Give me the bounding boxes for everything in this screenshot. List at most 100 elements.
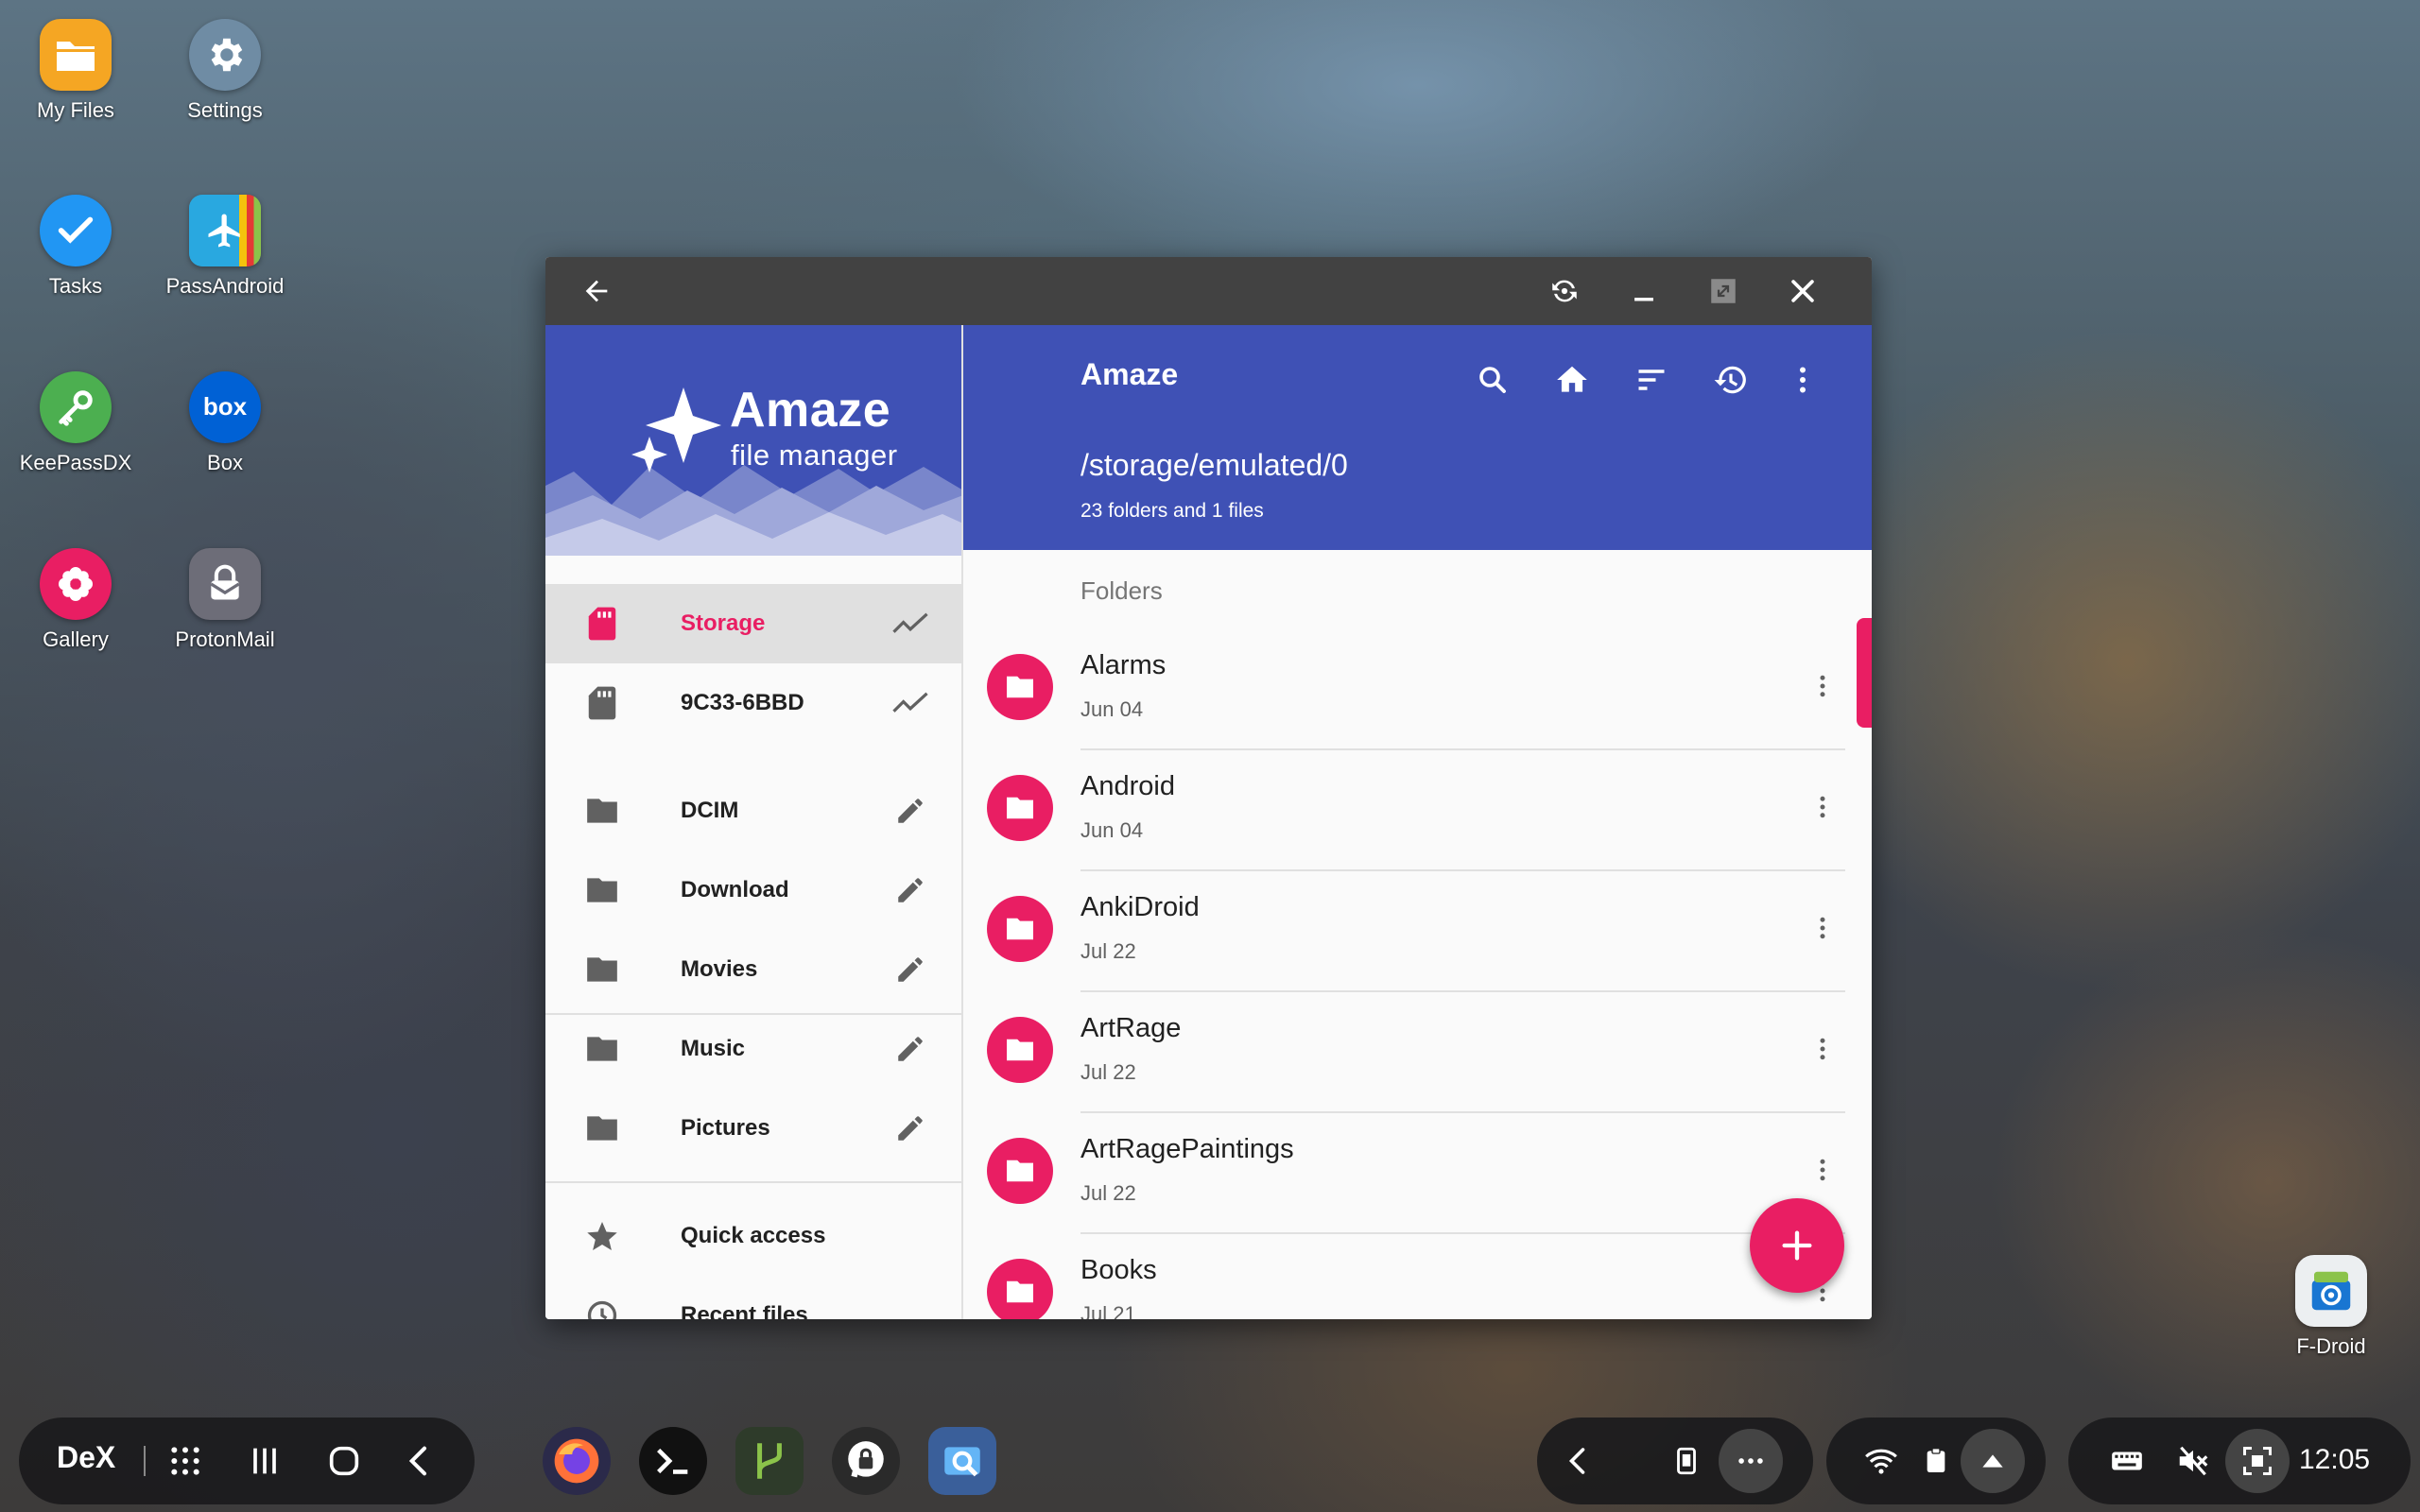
- dock-file-search[interactable]: [928, 1427, 996, 1495]
- window-minimize-button[interactable]: [1621, 268, 1667, 314]
- folder-name: ArtRagePaintings: [1080, 1134, 1294, 1164]
- drawer-item-label: Download: [681, 877, 789, 902]
- drawer-item-label: Music: [681, 1036, 746, 1061]
- sort-button[interactable]: [1627, 355, 1676, 404]
- more-vert-icon[interactable]: [1802, 665, 1843, 707]
- dock-git-app[interactable]: [735, 1427, 804, 1495]
- box-icon: box: [189, 371, 261, 443]
- drawer-item-storage[interactable]: Storage: [545, 584, 961, 663]
- flower-icon: [40, 548, 112, 620]
- sd-card-icon: [583, 684, 621, 722]
- drawer-item-recent-files[interactable]: Recent files: [545, 1276, 961, 1319]
- keyboard-icon[interactable]: [2095, 1429, 2159, 1493]
- more-vert-icon[interactable]: [1802, 1149, 1843, 1191]
- dex-button[interactable]: DeX: [57, 1440, 115, 1475]
- list-item[interactable]: ArtRagePaintings Jul 22: [963, 1113, 1872, 1234]
- folder-name: AnkiDroid: [1080, 892, 1200, 922]
- recents-button[interactable]: [233, 1429, 297, 1493]
- folder-icon: [583, 951, 621, 988]
- folder-icon: [583, 1030, 621, 1068]
- folder-date: Jul 22: [1080, 1060, 1136, 1084]
- desktop-icon-gallery[interactable]: Gallery: [0, 548, 151, 652]
- desktop-icon-protonmail[interactable]: ProtonMail: [149, 548, 301, 652]
- more-vert-icon[interactable]: [1802, 786, 1843, 828]
- window-titlebar[interactable]: [545, 257, 1872, 325]
- overflow-menu-button[interactable]: [1778, 355, 1827, 404]
- list-item[interactable]: Android Jun 04: [963, 750, 1872, 871]
- folder-icon: [583, 1109, 621, 1147]
- back-nav-button[interactable]: [388, 1429, 452, 1493]
- expand-tray-button[interactable]: [1961, 1429, 2025, 1493]
- window-rotate-button[interactable]: [1542, 268, 1587, 314]
- clock[interactable]: 12:05: [2299, 1444, 2370, 1476]
- pencil-icon[interactable]: [891, 951, 929, 988]
- window-close-button[interactable]: [1780, 268, 1825, 314]
- screenshot-button[interactable]: [2225, 1429, 2290, 1493]
- pencil-icon[interactable]: [891, 871, 929, 909]
- history-icon: [1714, 366, 1746, 394]
- pencil-icon[interactable]: [891, 1109, 929, 1147]
- desktop-icon-my-files[interactable]: My Files: [0, 19, 151, 123]
- analytics-icon[interactable]: [891, 684, 929, 722]
- amaze-window: Amaze file manager Storage 9C33-6BBD DCI…: [545, 257, 1872, 1319]
- list-item[interactable]: AnkiDroid Jul 22: [963, 871, 1872, 992]
- fast-scroll-thumb[interactable]: [1857, 618, 1872, 728]
- drawer-item-pictures[interactable]: Pictures: [545, 1089, 961, 1168]
- desktop-icon-label: Tasks: [48, 274, 103, 298]
- current-path[interactable]: /storage/emulated/0: [1080, 448, 1348, 483]
- apps-grid-button[interactable]: [153, 1429, 217, 1493]
- list-item[interactable]: Books Jul 21: [963, 1234, 1872, 1319]
- phone-screen-icon: [1677, 1447, 1696, 1475]
- search-button[interactable]: [1468, 355, 1517, 404]
- screen-toggle-button[interactable]: [1654, 1429, 1719, 1493]
- window-back-button[interactable]: [574, 268, 619, 314]
- drawer-item-download[interactable]: Download: [545, 850, 961, 930]
- history-button[interactable]: [1706, 355, 1755, 404]
- dock-firefox[interactable]: [543, 1427, 611, 1495]
- lock-mail-icon: [189, 548, 261, 620]
- history-icon: [583, 1297, 621, 1319]
- desktop-icon-tasks[interactable]: Tasks: [0, 195, 151, 299]
- desktop-icon-f-droid[interactable]: F-Droid: [2256, 1255, 2407, 1359]
- folder-icon: [987, 1259, 1053, 1319]
- clipboard-icon[interactable]: [1904, 1429, 1968, 1493]
- window-maximize-button[interactable]: [1701, 268, 1746, 314]
- desktop-icon-passandroid[interactable]: PassAndroid: [149, 195, 301, 299]
- taskbar-back-button[interactable]: [1547, 1429, 1611, 1493]
- desktop-icon-keepassdx[interactable]: KeePassDX: [0, 371, 151, 475]
- drawer-item-music[interactable]: Music: [545, 1009, 961, 1089]
- folder-icon: [987, 1138, 1053, 1204]
- dock-lock-chat[interactable]: [832, 1427, 900, 1495]
- pencil-icon[interactable]: [891, 792, 929, 830]
- arrow-left-icon: [585, 280, 608, 302]
- more-vert-icon[interactable]: [1802, 1028, 1843, 1070]
- desktop-icon-settings[interactable]: Settings: [149, 19, 301, 123]
- folder-name: Books: [1080, 1255, 1157, 1285]
- drawer-item-sd-card[interactable]: 9C33-6BBD: [545, 663, 961, 743]
- drawer-item-dcim[interactable]: DCIM: [545, 771, 961, 850]
- fab-add-button[interactable]: [1750, 1198, 1844, 1293]
- file-search-icon: [944, 1447, 980, 1477]
- list-item[interactable]: ArtRage Jul 22: [963, 992, 1872, 1113]
- folder-date: Jun 04: [1080, 697, 1144, 721]
- home-nav-button[interactable]: [312, 1429, 376, 1493]
- more-vert-icon[interactable]: [1802, 907, 1843, 949]
- dock-terminal[interactable]: [639, 1427, 707, 1495]
- analytics-icon[interactable]: [891, 605, 929, 643]
- home-button[interactable]: [1547, 355, 1597, 404]
- drawer-item-quick-access[interactable]: Quick access: [545, 1196, 961, 1276]
- drawer-item-label: Recent files: [681, 1302, 808, 1319]
- drawer-item-movies[interactable]: Movies: [545, 930, 961, 1009]
- folder-icon: [583, 871, 621, 909]
- list-item[interactable]: Alarms Jun 04: [963, 629, 1872, 750]
- drawer-item-label: DCIM: [681, 798, 739, 823]
- more-horiz-icon: [1738, 1458, 1763, 1464]
- volume-muted-icon[interactable]: [2161, 1429, 2225, 1493]
- more-vert-icon: [1800, 367, 1806, 393]
- pencil-icon[interactable]: [891, 1030, 929, 1068]
- folder-date: Jun 04: [1080, 818, 1144, 842]
- more-options-button[interactable]: [1719, 1429, 1783, 1493]
- drawer-header: Amaze file manager: [545, 325, 961, 556]
- desktop-icon-box[interactable]: box Box: [149, 371, 301, 475]
- folder-name: ArtRage: [1080, 1013, 1182, 1043]
